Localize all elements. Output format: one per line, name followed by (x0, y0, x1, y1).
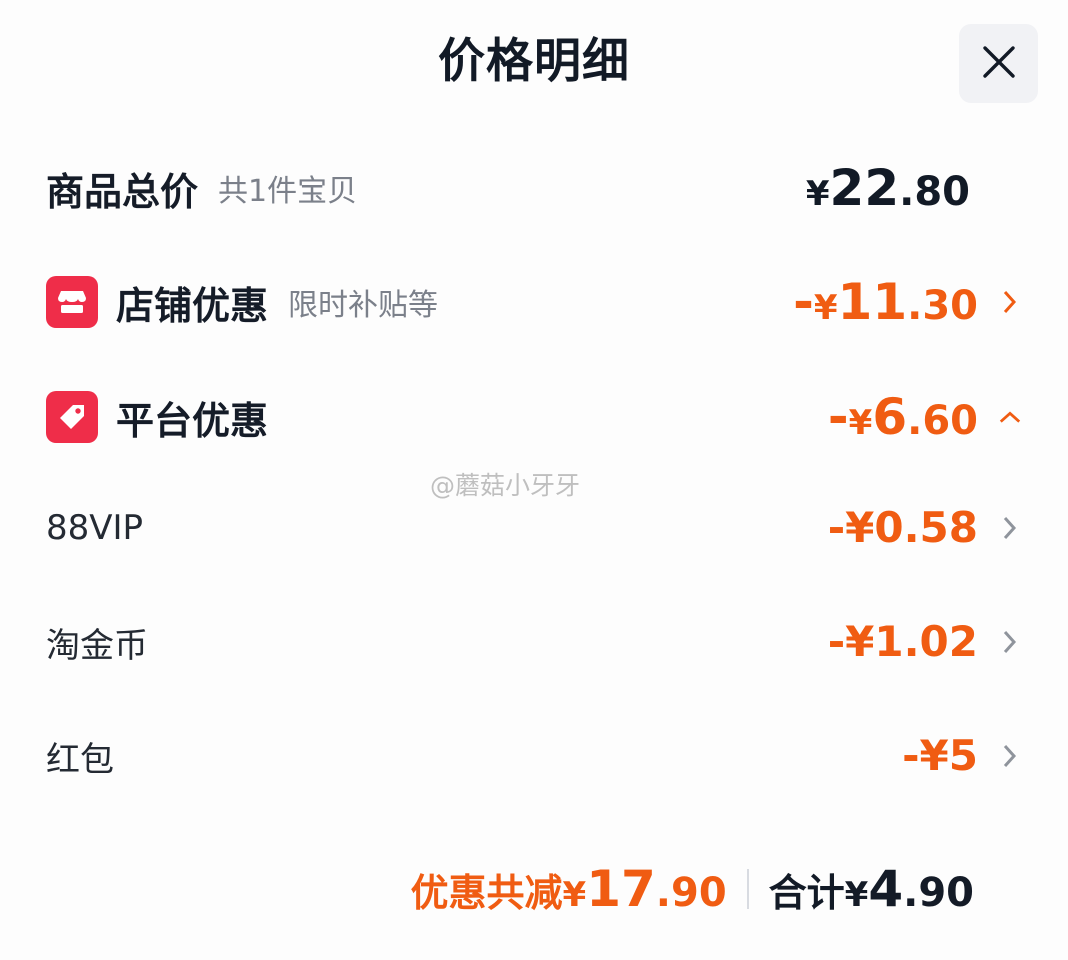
platform-discount-amount: -¥6.60 (827, 388, 978, 446)
shop-discount-label: 店铺优惠 (116, 283, 269, 328)
chevron-right-icon (998, 741, 1022, 771)
discount-total-amount: ¥17.90 (562, 860, 727, 918)
header: 价格明细 (0, 0, 1068, 125)
coin-discount-row[interactable]: 淘金币 -¥1.02 (46, 607, 1022, 677)
total-label: 合计 (768, 870, 845, 915)
redpacket-amount: -¥5 (902, 731, 978, 780)
chevron-up-icon (998, 402, 1022, 432)
goods-total-label: 商品总价 (46, 169, 199, 214)
platform-discount-row[interactable]: 平台优惠 -¥6.60 (46, 382, 1022, 452)
chevron-right-icon (998, 287, 1022, 317)
goods-total-row: 商品总价 共1件宝贝 ¥22.80 (46, 153, 1022, 223)
shop-discount-amount: -¥11.30 (793, 273, 978, 331)
shop-discount-row[interactable]: 店铺优惠 限时补贴等 -¥11.30 (46, 267, 1022, 337)
goods-count-label: 共1件宝贝 (218, 174, 358, 209)
redpacket-label: 红包 (46, 739, 114, 780)
coin-label: 淘金币 (46, 625, 148, 666)
discount-total-label: 优惠共减 (410, 870, 563, 915)
close-button[interactable] (959, 24, 1038, 103)
chevron-right-icon (998, 513, 1022, 543)
summary-divider (746, 869, 749, 909)
goods-total-amount: ¥22.80 (805, 159, 970, 217)
page-title: 价格明细 (438, 34, 630, 89)
shop-icon (46, 276, 98, 328)
chevron-right-icon (998, 627, 1022, 657)
price-detail-panel: 价格明细 商品总价 共1件宝贝 ¥22.80 店铺优惠 限时补贴等 -¥11.3… (0, 0, 1068, 960)
tag-icon (46, 391, 98, 443)
shop-discount-sub-label: 限时补贴等 (288, 288, 439, 323)
coin-amount: -¥1.02 (827, 617, 978, 666)
vip-label: 88VIP (46, 508, 144, 548)
close-icon (982, 45, 1016, 83)
total-amount: ¥4.90 (844, 860, 974, 918)
summary-bar: 优惠共减 ¥17.90 合计 ¥4.90 (411, 857, 974, 921)
redpacket-discount-row[interactable]: 红包 -¥5 (46, 721, 1022, 791)
vip-discount-row[interactable]: 88VIP -¥0.58 (46, 493, 1022, 563)
vip-amount: -¥0.58 (827, 503, 978, 552)
platform-discount-label: 平台优惠 (116, 398, 269, 443)
